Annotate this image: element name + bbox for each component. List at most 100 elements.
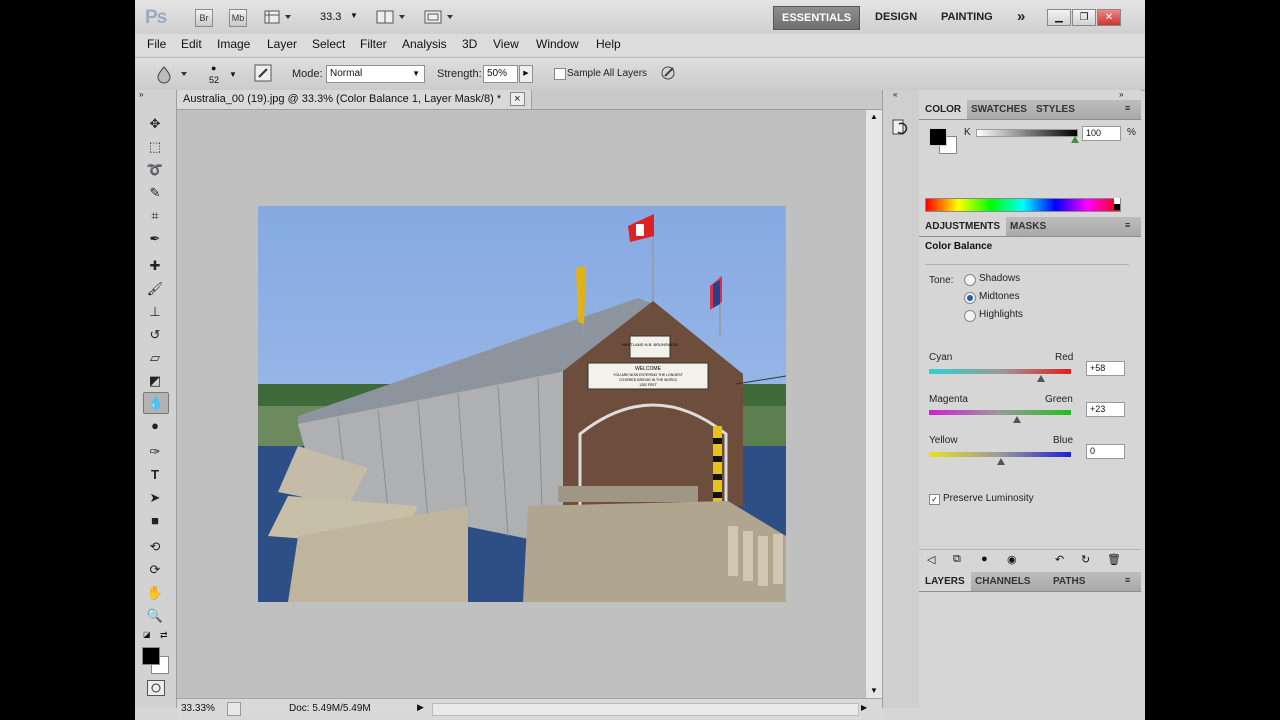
tone-midtones-radio[interactable] — [964, 292, 976, 304]
strength-slider-button[interactable]: ▶ — [519, 65, 533, 83]
cyan-red-value[interactable]: +58 — [1086, 361, 1125, 376]
trash-icon[interactable]: 🗑 — [1107, 553, 1121, 566]
brush-tool-icon[interactable]: 🖌 — [143, 279, 167, 299]
workspace-essentials[interactable]: ESSENTIALS — [773, 6, 861, 30]
scroll-down-icon[interactable]: ▼ — [870, 686, 878, 695]
menu-filter[interactable]: Filter — [360, 37, 387, 51]
yellow-blue-slider[interactable] — [929, 452, 1071, 457]
yellow-blue-thumb[interactable] — [997, 458, 1005, 465]
k-value-input[interactable]: 100 — [1082, 126, 1121, 141]
scroll-up-icon[interactable]: ▲ — [870, 112, 878, 121]
minimize-button[interactable]: ▁ — [1047, 9, 1071, 26]
dodge-tool-icon[interactable]: ● — [143, 416, 167, 436]
screen-mode-button[interactable] — [423, 9, 455, 25]
view-extras-button[interactable] — [263, 9, 293, 25]
yellow-blue-value[interactable]: 0 — [1086, 444, 1125, 459]
tool-preset-picker[interactable] — [155, 64, 191, 84]
status-sync-icon[interactable] — [227, 702, 241, 716]
preserve-luminosity-checkbox[interactable]: ✓ — [929, 494, 940, 505]
magenta-green-thumb[interactable] — [1013, 416, 1021, 423]
tone-shadows[interactable]: Shadows — [964, 272, 1054, 288]
history-brush-tool-icon[interactable]: ↺ — [143, 325, 167, 345]
magenta-green-slider[interactable] — [929, 410, 1071, 415]
vertical-scrollbar[interactable]: ▲ ▼ — [865, 110, 883, 698]
color-spectrum-ramp[interactable] — [925, 198, 1121, 212]
expand-panels-icon[interactable]: « — [893, 90, 897, 99]
tab-layers[interactable]: LAYERS — [919, 572, 971, 591]
quick-mask-button[interactable] — [147, 680, 165, 696]
default-colors-icon[interactable]: ◪ — [143, 630, 151, 639]
canvas-area[interactable]: HARTLAND N.B. BRUNSWICK WELCOME YOU ARE … — [177, 110, 865, 698]
pressure-button[interactable] — [659, 64, 677, 82]
k-slider[interactable] — [976, 129, 1078, 137]
collapse-dock-icon[interactable]: » — [1119, 90, 1123, 99]
3d-orbit-tool-icon[interactable]: ⟳ — [143, 560, 167, 580]
history-panel-button[interactable] — [891, 118, 909, 136]
crop-tool-icon[interactable]: ⌗ — [143, 206, 167, 226]
paint-bucket-tool-icon[interactable]: ◩ — [143, 371, 167, 391]
status-zoom[interactable]: 33.33% — [181, 703, 215, 714]
document-tab[interactable]: Australia_00 (19).jpg @ 33.3% (Color Bal… — [177, 90, 532, 109]
menu-analysis[interactable]: Analysis — [402, 37, 447, 51]
tab-paths[interactable]: PATHS — [1047, 572, 1091, 591]
strength-input[interactable]: 50% — [483, 65, 518, 83]
quick-selection-tool-icon[interactable]: ✎ — [143, 183, 167, 203]
menu-select[interactable]: Select — [312, 37, 345, 51]
brush-panel-button[interactable] — [254, 64, 272, 82]
tone-highlights[interactable]: Highlights — [964, 308, 1054, 324]
tab-channels[interactable]: CHANNELS — [969, 572, 1037, 591]
tab-adjustments[interactable]: ADJUSTMENTS — [919, 217, 1007, 236]
tab-color[interactable]: COLOR — [919, 100, 968, 119]
status-menu-arrow-icon[interactable]: ▶ — [417, 702, 424, 713]
photo-canvas[interactable]: HARTLAND N.B. BRUNSWICK WELCOME YOU ARE … — [258, 206, 786, 602]
horizontal-scrollbar[interactable] — [432, 703, 859, 716]
panel-menu-icon[interactable]: ≡ — [1125, 575, 1130, 585]
menu-image[interactable]: Image — [217, 37, 250, 51]
close-button[interactable]: ✕ — [1097, 9, 1121, 26]
3d-rotate-tool-icon[interactable]: ⟲ — [143, 537, 167, 557]
workspace-design[interactable]: DESIGN — [867, 6, 925, 28]
close-tab-icon[interactable]: × — [510, 92, 525, 106]
lasso-tool-icon[interactable]: ➰ — [143, 160, 167, 180]
tone-shadows-radio[interactable] — [964, 274, 976, 286]
bridge-button[interactable]: Br — [195, 9, 213, 27]
type-tool-icon[interactable]: T — [143, 465, 167, 485]
menu-3d[interactable]: 3D — [462, 37, 477, 51]
pen-tool-icon[interactable]: ✑ — [143, 442, 167, 462]
path-selection-tool-icon[interactable]: ➤ — [143, 488, 167, 508]
reset-icon[interactable]: ↻ — [1081, 553, 1090, 566]
scroll-right-icon[interactable]: ▶ — [861, 703, 867, 712]
back-icon[interactable]: ◁ — [927, 553, 935, 566]
menu-view[interactable]: View — [493, 37, 519, 51]
swap-colors-icon[interactable]: ⇄ — [160, 630, 168, 641]
magenta-green-value[interactable]: +23 — [1086, 402, 1125, 417]
hand-tool-icon[interactable]: ✋ — [143, 583, 167, 603]
eraser-tool-icon[interactable]: ▱ — [143, 348, 167, 368]
more-workspaces-button[interactable]: » — [1009, 6, 1033, 28]
menu-layer[interactable]: Layer — [267, 37, 297, 51]
minibridge-button[interactable]: Mb — [229, 9, 247, 27]
previous-state-icon[interactable]: ↶ — [1055, 553, 1064, 566]
move-tool-icon[interactable]: ✥ — [143, 114, 167, 134]
marquee-tool-icon[interactable]: ⬚ — [143, 137, 167, 157]
tone-midtones[interactable]: Midtones — [964, 290, 1054, 306]
menu-edit[interactable]: Edit — [181, 37, 202, 51]
cyan-red-slider[interactable] — [929, 369, 1071, 374]
expanded-view-icon[interactable]: ⧉ — [953, 553, 961, 566]
clip-layer-icon[interactable]: ● — [981, 553, 988, 565]
eyedropper-tool-icon[interactable]: ✒ — [143, 229, 167, 249]
mode-select[interactable]: Normal ▼ — [326, 65, 425, 83]
chevron-down-icon[interactable]: ▼ — [350, 11, 358, 20]
restore-button[interactable]: ❐ — [1072, 9, 1096, 26]
workspace-painting[interactable]: PAINTING — [933, 6, 1001, 28]
k-slider-thumb[interactable] — [1071, 136, 1079, 143]
healing-brush-tool-icon[interactable]: ✚ — [143, 256, 167, 276]
panel-menu-icon[interactable]: ≡ — [1125, 220, 1130, 230]
clone-stamp-tool-icon[interactable]: ⊥ — [143, 302, 167, 322]
foreground-color-swatch[interactable] — [142, 647, 160, 665]
panel-menu-icon[interactable]: ≡ — [1125, 103, 1130, 113]
foreground-color-swatch[interactable] — [929, 128, 947, 146]
brush-picker[interactable]: ● 52 ▼ — [201, 62, 241, 88]
tab-styles[interactable]: STYLES — [1030, 100, 1081, 119]
zoom-tool-icon[interactable]: 🔍 — [143, 606, 167, 626]
